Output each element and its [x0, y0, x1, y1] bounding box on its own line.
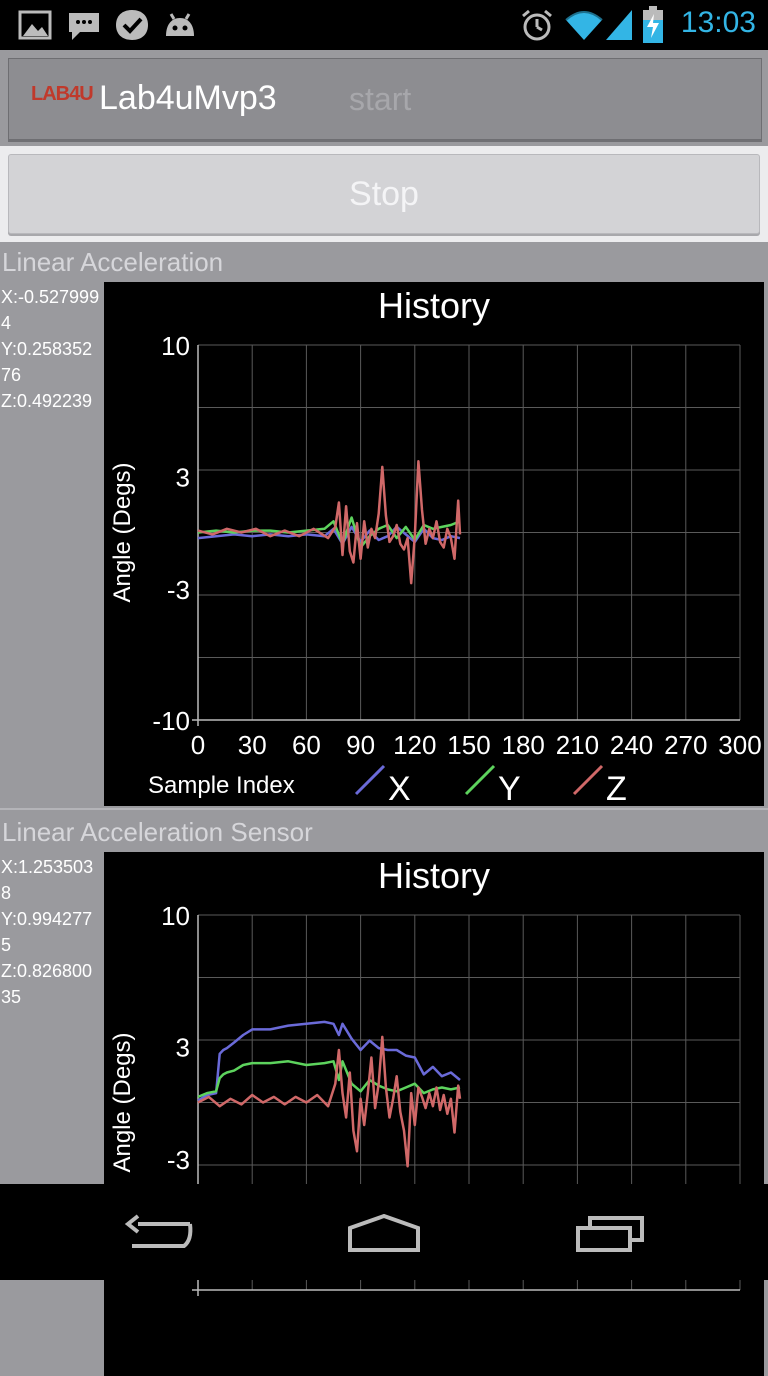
readout-x: X:-0.5279994	[1, 287, 100, 333]
android-debug-icon	[166, 13, 194, 36]
signal-icon	[606, 10, 632, 40]
navigation-bar	[0, 1184, 768, 1280]
recent-apps-icon[interactable]	[574, 1214, 646, 1254]
readout-z: Z:0.82680035	[1, 961, 93, 1007]
x-tick-label: 60	[292, 730, 321, 760]
history-chart: History 10 3 -3 Angle (Degs)	[104, 852, 764, 1376]
section-title-linear-acceleration-sensor: Linear Acceleration Sensor	[2, 817, 313, 847]
alarm-icon	[522, 9, 552, 41]
section-title-linear-acceleration: Linear Acceleration	[2, 247, 224, 277]
x-tick-label: 240	[610, 730, 653, 760]
legend-label: X	[388, 770, 411, 806]
start-button[interactable]: start	[349, 81, 411, 118]
x-tick-label: 150	[447, 730, 490, 760]
readout-panel: X:1.2535038 Y:0.9942775 Z:0.82680035	[1, 854, 101, 1010]
readout-x: X:1.2535038	[1, 857, 94, 903]
y-tick-label: -3	[167, 1145, 190, 1175]
y-tick-label: 3	[176, 462, 190, 492]
x-tick-label: 90	[346, 730, 375, 760]
back-icon[interactable]	[124, 1214, 196, 1254]
y-tick-label: 10	[161, 901, 190, 931]
app-logo-text: LAB4U	[31, 83, 94, 105]
chart-title: History	[378, 285, 490, 326]
chart-background	[104, 282, 764, 806]
gallery-icon	[18, 10, 52, 40]
y-axis-label: Angle (Degs)	[109, 1032, 136, 1172]
x-tick-label: 120	[393, 730, 436, 760]
x-tick-label: 0	[191, 730, 205, 760]
status-clock: 13:03	[680, 6, 756, 39]
y-tick-label: -10	[152, 706, 190, 736]
app-logo: LAB4U	[31, 83, 94, 106]
readout-y: Y:0.9942775	[1, 909, 93, 955]
x-tick-label: 210	[556, 730, 599, 760]
legend-label: Y	[498, 770, 521, 806]
x-tick-label: 30	[238, 730, 267, 760]
action-bar: LAB4U Lab4uMvp3 start	[8, 58, 762, 140]
section-divider	[0, 808, 768, 810]
chart-title: History	[378, 855, 490, 896]
readout-z: Z:0.492239	[1, 391, 93, 411]
x-tick-label: 300	[718, 730, 761, 760]
app-title: Lab4uMvp3	[99, 79, 277, 117]
legend-label: Z	[606, 770, 627, 806]
y-axis-label: Angle (Degs)	[109, 462, 136, 602]
stop-button[interactable]: Stop	[8, 154, 760, 234]
readout-panel: X:-0.5279994 Y:0.25835276 Z:0.492239	[1, 284, 101, 414]
home-icon[interactable]	[346, 1214, 422, 1254]
y-tick-label: -3	[167, 575, 190, 605]
x-axis-label: Sample Index	[148, 772, 295, 799]
stop-panel: Stop	[0, 146, 768, 242]
x-tick-label: 270	[664, 730, 707, 760]
checkmark-app-icon	[116, 10, 148, 40]
messenger-icon	[69, 13, 99, 40]
chart-background	[104, 852, 764, 1376]
x-tick-label: 180	[502, 730, 545, 760]
y-tick-label: 3	[176, 1032, 190, 1062]
readout-y: Y:0.25835276	[1, 339, 93, 385]
wifi-icon	[565, 11, 603, 40]
status-bar: 13:03	[0, 0, 768, 50]
y-tick-label: 10	[161, 331, 190, 361]
battery-charging-icon	[643, 6, 663, 43]
history-chart: History 10 3 -3 -100 30 60 90 120 150 180 210 240 270…	[104, 282, 764, 806]
